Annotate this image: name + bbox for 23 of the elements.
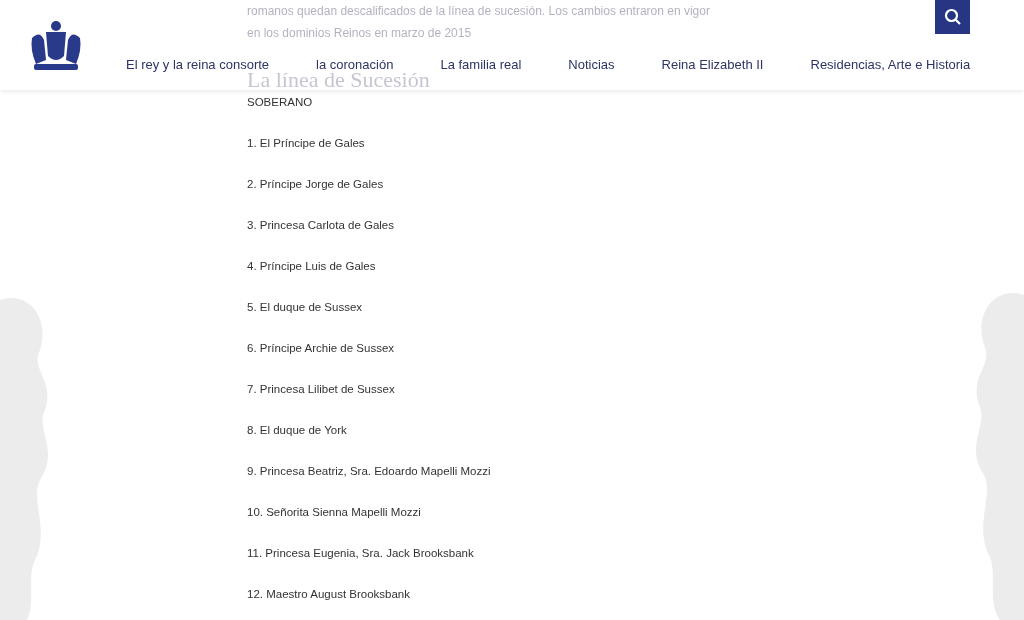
nav-link[interactable]: Noticias bbox=[568, 57, 615, 73]
succession-entry: 5. El duque de Sussex bbox=[247, 300, 364, 315]
succession-entry: 6. Príncipe Archie de Sussex bbox=[247, 341, 396, 356]
succession-entry: 11. Princesa Eugenia, Sra. Jack Brooksbank bbox=[247, 546, 475, 561]
succession-entry: 10. Señorita Sienna Mapelli Mozzi bbox=[247, 505, 422, 520]
succession-entry: SOBERANO bbox=[247, 95, 314, 110]
succession-entry: 2. Príncipe Jorge de Gales bbox=[247, 177, 385, 192]
search-icon bbox=[943, 8, 962, 26]
succession-entry: 8. El duque de York bbox=[247, 423, 348, 438]
succession-entry: 3. Princesa Carlota de Gales bbox=[247, 218, 396, 233]
nav-link[interactable]: El rey y la reina consorte bbox=[126, 57, 270, 73]
succession-entry: 7. Princesa Lilibet de Sussex bbox=[247, 382, 396, 397]
search-button[interactable] bbox=[935, 0, 970, 34]
nav-link[interactable]: la coronación bbox=[316, 57, 394, 73]
intro-text: en los dominios Reinos en marzo de 2015 bbox=[247, 25, 473, 42]
succession-entry: 4. Príncipe Luis de Gales bbox=[247, 259, 377, 274]
succession-entry: 12. Maestro August Brooksbank bbox=[247, 587, 411, 602]
nav-link[interactable]: Residencias, Arte e Historia bbox=[810, 57, 971, 73]
intro-text: romanos quedan descalificados de la línea de sucesión. Los cambios entraron en vigor bbox=[247, 3, 711, 20]
succession-entry: 9. Princesa Beatriz, Sra. Edoardo Mapelli Mozzi bbox=[247, 464, 492, 479]
succession-entry: 1. El Príncipe de Gales bbox=[247, 136, 366, 151]
nav-link[interactable]: Reina Elizabeth II bbox=[661, 57, 764, 73]
nav-link[interactable]: La familia real bbox=[440, 57, 522, 73]
